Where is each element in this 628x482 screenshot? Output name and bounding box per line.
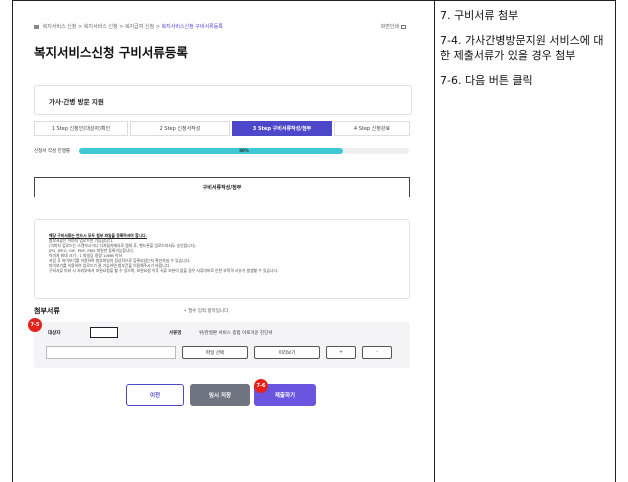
target-field[interactable] [90, 327, 118, 338]
file-select-button[interactable]: 파일 선택 [182, 346, 248, 359]
service-name: 가사·간병 방문 지원 [49, 98, 104, 106]
step-4: 4 Step 신청완료 [334, 121, 410, 136]
notice-item: 구비서류 미비 시 처리부에서 보완요청을 할 수 있으며, 보완요청 이후 서… [49, 268, 279, 273]
docname-value: 위/관절환 서비스 종합 아로거운 진단서 [199, 331, 273, 336]
prev-button[interactable]: 이전 [126, 384, 184, 406]
breadcrumb-item[interactable]: 복지급여 신청 [125, 24, 154, 30]
file-path-input[interactable] [46, 346, 176, 359]
breadcrumb-item[interactable]: 복지서비스 신청 [43, 24, 77, 30]
progress-bar: 80% [79, 148, 409, 154]
instruction-7-4: 7-4. 가사간병방문지원 서비스에 대한 제출서류가 있을 경우 첨부 [440, 34, 604, 62]
step-indicator: 1 Step 신청인(대상자)확인 2 Step 신청서작성 3 Step 구비… [34, 121, 410, 136]
step-1: 1 Step 신청인(대상자)확인 [34, 121, 128, 136]
column-divider [434, 0, 435, 482]
print-label: 화면인쇄 [380, 24, 399, 30]
tab-label: 구비서류작성/첨부 [202, 185, 242, 191]
attach-row: 대상자 서류명 위/관절환 서비스 종합 아로거운 진단서 파일 선택 미리보기… [34, 322, 410, 368]
service-box: 가사·간병 방문 지원 [34, 85, 412, 115]
temp-save-button[interactable]: 임시 저장 [190, 384, 250, 406]
required-note: • 필수 입력 항목입니다. [184, 309, 230, 314]
remove-row-button[interactable]: - [362, 346, 392, 359]
docname-label: 서류명 [169, 331, 182, 336]
screenshot-panel: 복지서비스 신청 > 복지서비스 신청 > 복지급여 신청 > 복지서비스신청 … [14, 4, 432, 480]
step-marker-7-5: 7-5 [28, 318, 42, 332]
printer-icon [401, 25, 406, 29]
instruction-7-6: 7-6. 다음 버튼 클릭 [440, 74, 533, 87]
step-marker-7-6: 7-6 [254, 379, 268, 393]
target-label: 대상자 [48, 331, 61, 336]
instruction-7: 7. 구비서류 첨부 [440, 9, 519, 22]
breadcrumb-current: 복지서비스신청 구비서류등록 [161, 24, 223, 30]
instruction-panel: 7. 구비서류 첨부 7-4. 가사간병방문지원 서비스에 대한 제출서류가 있… [440, 8, 612, 98]
progress-percent: 80% [239, 148, 249, 153]
print-button[interactable]: 화면인쇄 [381, 23, 406, 30]
add-row-button[interactable]: + [326, 346, 356, 359]
page-title: 복지서비스신청 구비서류등록 [34, 45, 188, 60]
preview-button[interactable]: 미리보기 [254, 346, 320, 359]
breadcrumb: 복지서비스 신청 > 복지서비스 신청 > 복지급여 신청 > 복지서비스신청 … [34, 23, 223, 30]
breadcrumb-item[interactable]: 복지서비스 신청 [84, 24, 118, 30]
home-icon [34, 24, 39, 29]
step-3: 3 Step 구비서류작성/첨부 [232, 121, 332, 136]
tab-document-attach[interactable]: 구비서류작성/첨부 [34, 177, 410, 197]
attach-section-title: 첨부서류 [34, 307, 60, 315]
progress-label: 신청서 작성 진행률 [34, 149, 70, 154]
notice-box: 해당 구비서류는 반드시 모두 첨부 파일을 등록하셔야 합니다. 첨부서류는 … [34, 219, 410, 299]
step-2: 2 Step 신청서작성 [130, 121, 230, 136]
